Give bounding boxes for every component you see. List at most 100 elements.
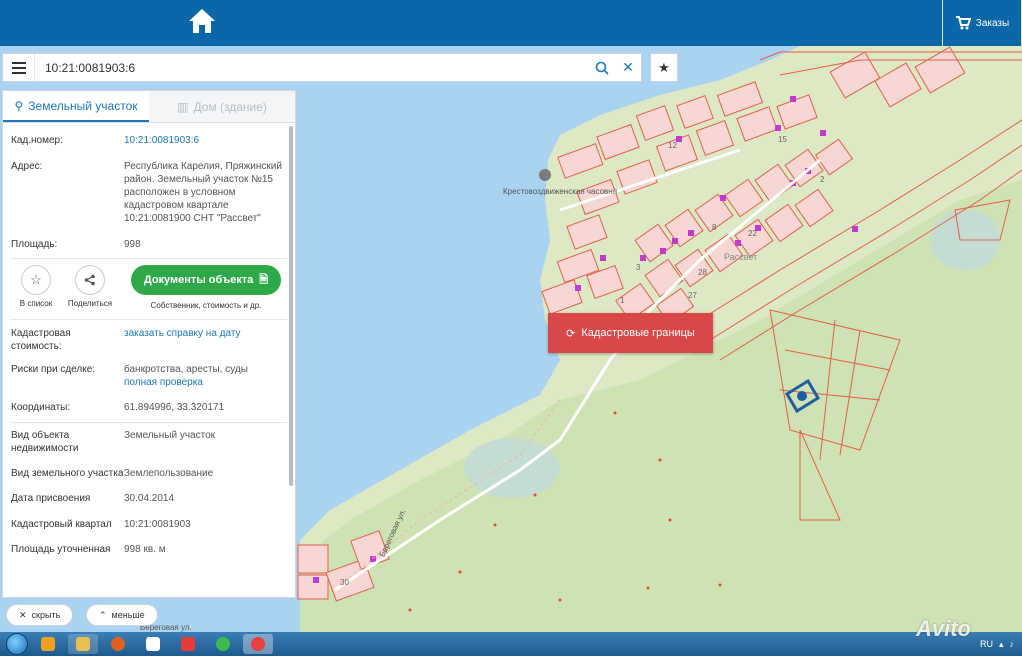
divider [11, 319, 287, 320]
row-label: Кадастровый квартал [11, 519, 112, 530]
search-button[interactable] [589, 54, 615, 81]
taskbar-app-explorer[interactable] [68, 634, 98, 654]
area-value: 998 [124, 239, 141, 250]
yandex-icon [181, 637, 195, 651]
document-icon: 🗎 [259, 273, 269, 286]
village-label: Рассвет [724, 252, 757, 262]
system-tray: RU ▴ ♪ [980, 639, 1022, 650]
documents-label: Документы объекта [143, 274, 254, 286]
building-icon: ▥ [177, 99, 189, 114]
info-panel: ⚲ Земельный участок ▥ Дом (здание) Кад.н… [2, 90, 296, 598]
hide-label: скрыть [31, 610, 61, 620]
row-label: Координаты: [11, 402, 71, 413]
row-cad-number: Кад.номер: 10:21:0081903:6 [11, 134, 287, 147]
row-label: Дата присвоения [11, 493, 91, 504]
share-label: Поделиться [67, 299, 113, 308]
svg-text:3: 3 [636, 263, 641, 272]
taskbar-app-yandex[interactable] [173, 634, 203, 654]
row-land-type: Вид земельного участка Землепользование [11, 467, 287, 480]
cad-number-link[interactable]: 10:21:0081903:6 [124, 134, 287, 147]
add-to-list-label: В список [19, 299, 53, 308]
top-bar: Заказы [0, 0, 1022, 46]
share-icon [75, 265, 105, 295]
orders-button[interactable]: Заказы [942, 0, 1022, 46]
full-check-link[interactable]: полная проверка [124, 376, 287, 389]
tab-label: Земельный участок [28, 98, 138, 113]
taskbar-app-firefox[interactable] [103, 634, 133, 654]
search-input[interactable]: 10:21:0081903:6 [35, 61, 589, 75]
order-certificate-link[interactable]: заказать справку на дату [124, 327, 287, 353]
row-label: Кад.номер: [11, 135, 63, 146]
chapel-label: Крестовоздвиженская часовня [503, 187, 617, 196]
chevron-up-icon: ⌃ [99, 609, 107, 620]
home-button[interactable] [186, 6, 218, 36]
row-date: Дата присвоения 30.04.2014 [11, 492, 287, 505]
coords-value: 61.894996, 33.320171 [124, 402, 225, 413]
clear-button[interactable]: ✕ [615, 54, 641, 81]
taskbar-app-chrome[interactable] [208, 634, 238, 654]
chrome-icon [216, 637, 230, 651]
row-label: Адрес: [11, 161, 43, 172]
add-to-list-button[interactable]: ☆ В список [9, 265, 63, 308]
close-icon: ✕ [622, 59, 634, 75]
tab-building[interactable]: ▥ Дом (здание) [149, 91, 295, 122]
start-button[interactable] [6, 633, 28, 655]
cart-icon [955, 16, 971, 30]
tray-arrow-icon[interactable]: ▴ [999, 639, 1004, 650]
row-label: Вид объекта недвижимости [11, 430, 79, 454]
orders-label: Заказы [975, 17, 1010, 29]
taskbar-app-media[interactable] [33, 634, 63, 654]
svg-text:12: 12 [668, 141, 677, 150]
home-icon [189, 9, 215, 33]
object-type-value: Земельный участок [124, 430, 216, 441]
firefox-icon [111, 637, 125, 651]
svg-text:28: 28 [698, 268, 707, 277]
svg-text:1: 1 [620, 296, 625, 305]
taskbar-app-browser[interactable] [243, 634, 273, 654]
row-area-refined: Площадь уточненная 998 кв. м [11, 543, 287, 556]
menu-button[interactable] [3, 54, 35, 81]
docs-group: Документы объекта 🗎 Собственник, стоимос… [131, 265, 281, 310]
row-label: Кадастровая стоимость: [11, 328, 71, 352]
folder-icon [76, 637, 90, 651]
share-button[interactable]: Поделиться [63, 265, 117, 308]
documents-caption: Собственник, стоимость и др. [150, 301, 262, 310]
chapel-icon[interactable] [539, 169, 551, 181]
row-label: Риски при сделке: [11, 364, 96, 375]
tab-label: Дом (здание) [193, 99, 267, 114]
panel-tabs: ⚲ Земельный участок ▥ Дом (здание) [3, 91, 295, 123]
pond [464, 438, 560, 498]
address-value: Республика Карелия, Пряжинский район. Зе… [124, 161, 282, 224]
area-refined-value: 998 кв. м [124, 544, 166, 555]
hamburger-icon [11, 61, 26, 74]
taskbar-app-doc[interactable] [138, 634, 168, 654]
volume-icon[interactable]: ♪ [1010, 639, 1015, 649]
svg-text:30: 30 [340, 578, 349, 587]
risks-text: банкротства, аресты, суды [124, 364, 248, 375]
quarter-value: 10:21:0081903 [124, 519, 191, 530]
divider [11, 422, 287, 423]
svg-text:15: 15 [778, 135, 787, 144]
svg-text:2: 2 [820, 175, 825, 184]
cadastral-borders-label: Кадастровые границы [581, 327, 695, 339]
panel-scrollbar[interactable] [289, 126, 293, 486]
hide-panel-button[interactable]: ✕ скрыть [6, 604, 74, 626]
avito-watermark: Avito [916, 616, 971, 641]
search-icon [595, 61, 609, 75]
collapse-button[interactable]: ⌃ меньше [86, 604, 158, 626]
land-type-value: Землепользование [124, 468, 214, 479]
risks-value: банкротства, аресты, суды полная проверк… [124, 363, 287, 389]
svg-text:27: 27 [688, 291, 697, 300]
row-object-type: Вид объекта недвижимости Земельный участ… [11, 429, 287, 455]
row-risks: Риски при сделке: банкротства, аресты, с… [11, 363, 287, 389]
favorite-button[interactable]: ★ [650, 53, 678, 82]
row-label: Площадь: [11, 239, 58, 250]
tab-land-plot[interactable]: ⚲ Земельный участок [3, 91, 149, 122]
language-indicator[interactable]: RU [980, 639, 993, 649]
actions-bar: ☆ В список Поделиться Документы объекта … [3, 265, 295, 313]
less-label: меньше [111, 610, 145, 620]
documents-button[interactable]: Документы объекта 🗎 [131, 265, 281, 295]
row-label: Площадь уточненная [11, 544, 111, 555]
pin-icon: ⚲ [14, 98, 24, 113]
cadastral-borders-button[interactable]: ⟳ Кадастровые границы [548, 313, 713, 353]
